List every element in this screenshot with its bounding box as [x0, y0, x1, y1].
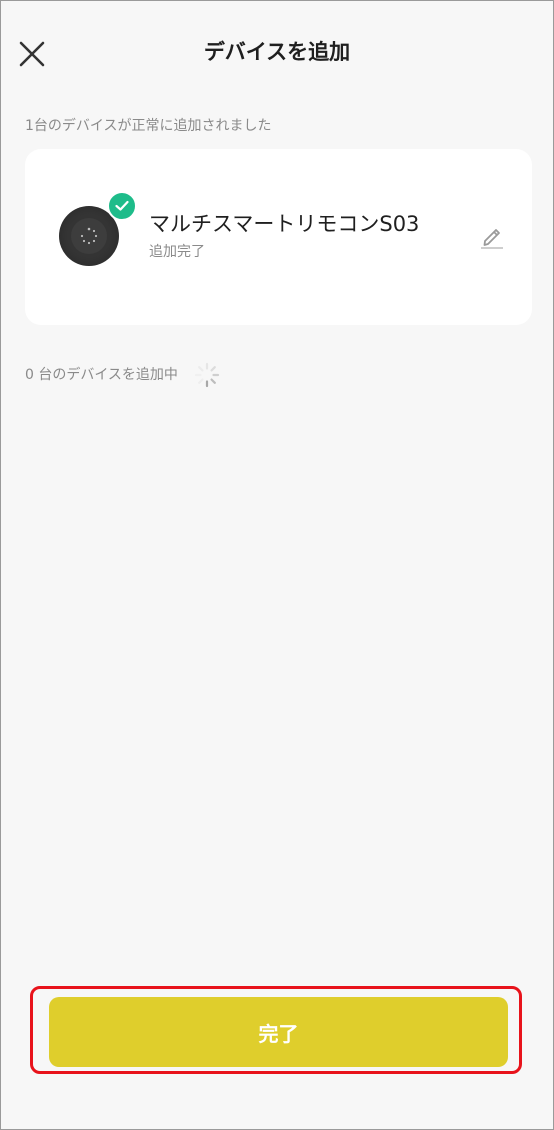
done-button[interactable]: 完了	[49, 997, 508, 1067]
add-device-screen: デバイスを追加 1台のデバイスが正常に追加されました マルチスマートリモコンS0…	[0, 0, 554, 1130]
success-badge	[107, 191, 137, 221]
check-icon	[115, 200, 129, 211]
edit-device-name-button[interactable]	[479, 223, 505, 249]
page-title: デバイスを追加	[203, 40, 351, 64]
success-summary-text: 1台のデバイスが正常に追加されました	[25, 118, 272, 134]
pencil-icon	[481, 229, 503, 249]
adding-status-text: 0 台のデバイスを追加中	[25, 367, 178, 383]
device-name: マルチスマートリモコンS03	[149, 212, 420, 236]
adding-status-row: 0 台のデバイスを追加中	[25, 362, 220, 388]
device-card[interactable]: マルチスマートリモコンS03 追加完了	[25, 149, 532, 325]
spinner-icon	[194, 362, 220, 388]
device-indicator-icon	[80, 227, 98, 245]
device-status: 追加完了	[149, 244, 205, 260]
